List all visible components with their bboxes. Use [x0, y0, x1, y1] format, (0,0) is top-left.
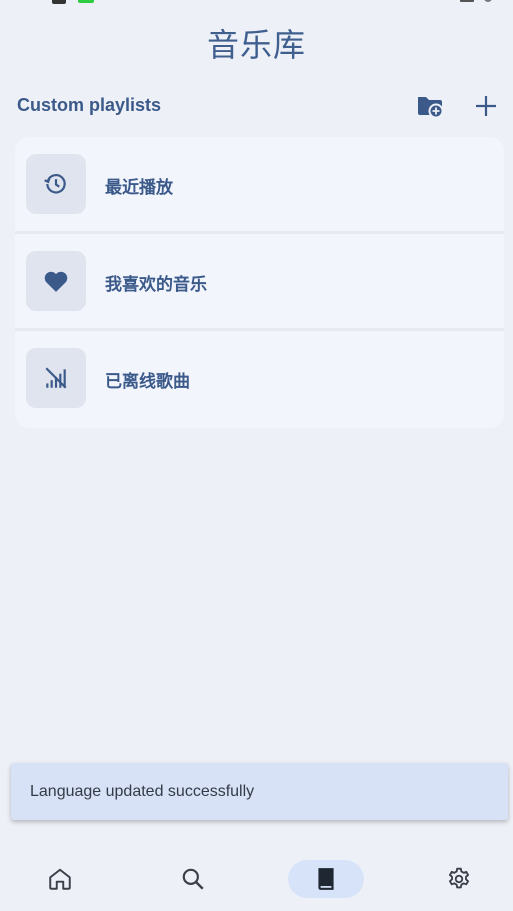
playlist-row-offline[interactable]: 已离线歌曲: [15, 331, 504, 425]
nav-settings[interactable]: [439, 860, 479, 898]
wifi-icon: [460, 0, 474, 2]
page-title: 音乐库: [206, 26, 306, 64]
playlist-card: 最近播放 我喜欢的音乐 已离线歌曲: [15, 137, 504, 428]
playlist-label: 已离线歌曲: [105, 372, 190, 392]
nav-library[interactable]: [288, 860, 364, 898]
library-book-icon: [318, 868, 334, 890]
add-playlist-button[interactable]: [469, 90, 503, 122]
status-bar: [0, 0, 513, 6]
bottom-navigation: [0, 840, 513, 911]
history-icon: [26, 154, 86, 214]
playlist-row-recent[interactable]: 最近播放: [15, 137, 504, 231]
playlist-label: 最近播放: [105, 178, 173, 198]
heart-icon: [26, 251, 86, 311]
playlist-row-favorites[interactable]: 我喜欢的音乐: [15, 234, 504, 328]
folder-add-icon: [418, 97, 444, 119]
offline-signal-icon: [26, 348, 86, 408]
new-folder-button[interactable]: [413, 90, 447, 122]
status-dot-icon: [484, 0, 492, 2]
plus-icon: [476, 96, 496, 116]
settings-gear-icon: [448, 867, 470, 889]
nav-search[interactable]: [173, 860, 213, 898]
search-icon: [182, 868, 204, 890]
snackbar-message: Language updated successfully: [30, 783, 255, 800]
section-header: Custom playlists: [17, 90, 502, 122]
nav-home[interactable]: [40, 860, 80, 898]
snackbar: Language updated successfully: [11, 763, 508, 820]
playlist-label: 我喜欢的音乐: [105, 275, 207, 295]
battery-icon: [78, 0, 94, 3]
signal-icon: [52, 0, 66, 4]
home-icon: [49, 868, 71, 890]
section-title: Custom playlists: [17, 95, 162, 115]
